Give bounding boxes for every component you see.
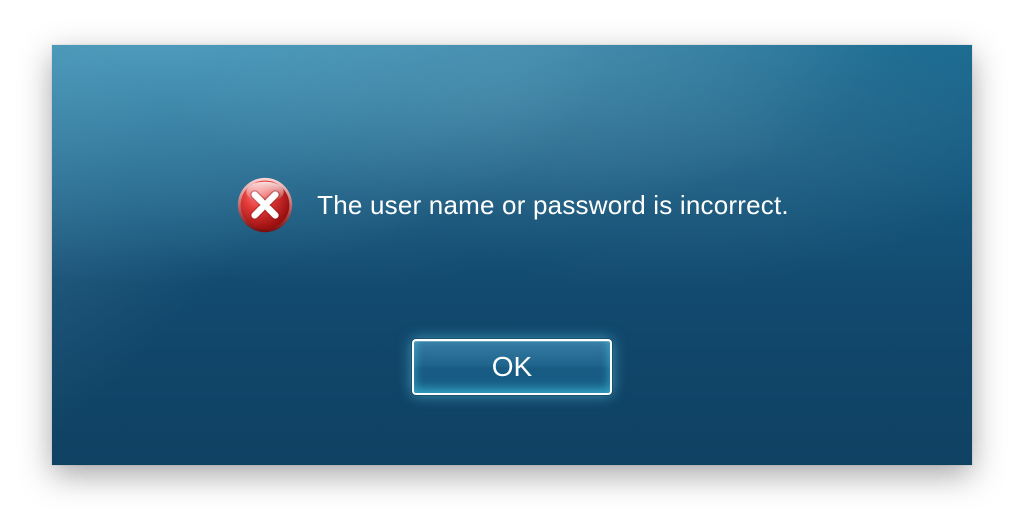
message-row: The user name or password is incorrect. <box>52 175 972 235</box>
ok-button[interactable]: OK <box>412 339 612 395</box>
error-icon <box>235 175 295 235</box>
button-row: OK <box>52 339 972 395</box>
login-error-dialog: The user name or password is incorrect. … <box>52 45 972 465</box>
error-message: The user name or password is incorrect. <box>317 190 789 221</box>
